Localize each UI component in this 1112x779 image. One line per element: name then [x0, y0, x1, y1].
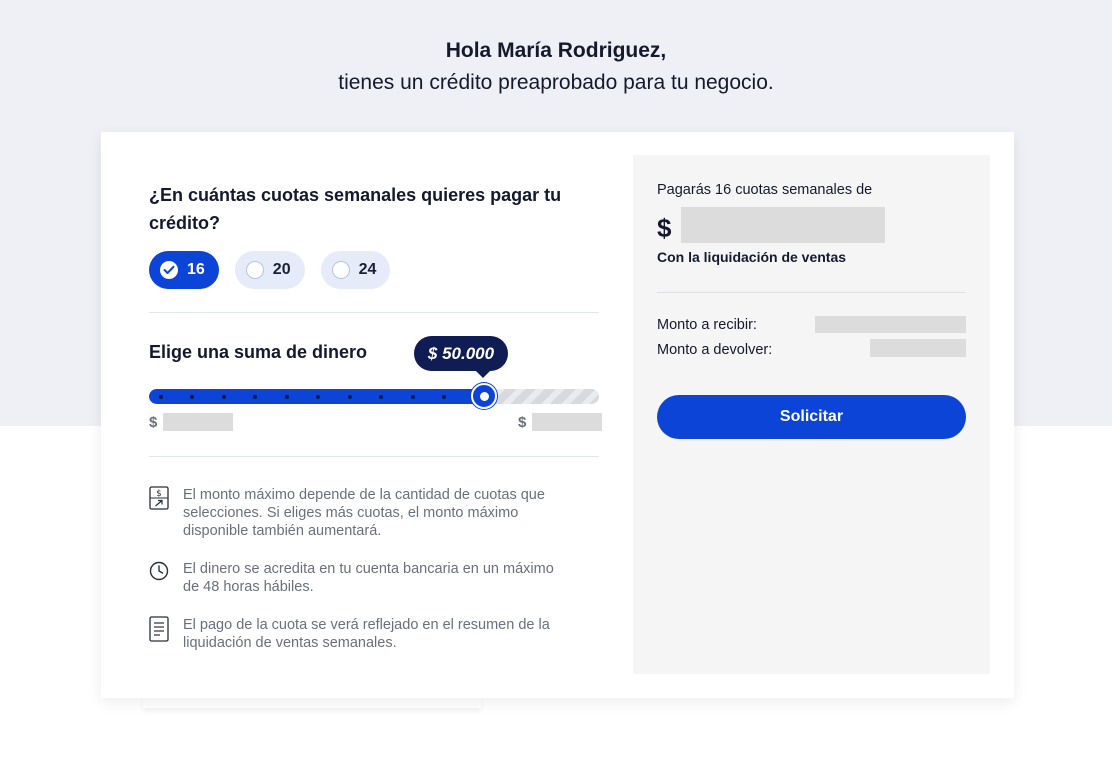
- clock-icon: [149, 560, 171, 584]
- redacted-receive-amount: [815, 316, 966, 333]
- summary-divider: [657, 292, 966, 293]
- installment-option-20[interactable]: 20: [234, 251, 305, 289]
- money-exchange-icon: $: [149, 486, 171, 510]
- bubble-tail: [475, 370, 491, 378]
- info-text: El monto máximo depende de la cantidad d…: [183, 487, 545, 539]
- info-text: El pago de la cuota se verá reflejado en…: [183, 617, 550, 651]
- greeting: Hola María Rodriguez, tienes un crédito …: [0, 36, 1112, 98]
- redacted-min-amount: [163, 413, 234, 431]
- slider-step-dot: [285, 395, 289, 399]
- receive-amount-label: Monto a recibir:: [657, 317, 757, 333]
- card-shadow-tab: [143, 698, 481, 708]
- amount-slider-thumb[interactable]: [471, 383, 497, 409]
- redacted-installment-amount: [681, 207, 885, 243]
- radio-icon: [245, 261, 264, 279]
- slider-step-dot: [159, 395, 163, 399]
- info-item-max-amount: $ El monto máximo depende de la cantidad…: [149, 486, 573, 540]
- installments-question: ¿En cuántas cuotas semanales quieres pag…: [149, 185, 562, 233]
- redacted-return-amount: [870, 339, 966, 357]
- summary-panel: Pagarás 16 cuotas semanales de $ Con la …: [633, 155, 990, 674]
- submit-request-button[interactable]: Solicitar: [657, 395, 966, 439]
- installment-summary-line: Pagarás 16 cuotas semanales de: [657, 182, 873, 198]
- slider-thumb-core: [479, 391, 489, 401]
- max-currency: $: [518, 413, 527, 431]
- installment-option-16[interactable]: 16: [149, 251, 219, 289]
- slider-step-dot: [442, 395, 446, 399]
- amount-title: Elige una suma de dinero: [149, 342, 368, 362]
- return-amount-label: Monto a devolver:: [657, 342, 773, 358]
- slider-step-dot: [411, 395, 415, 399]
- slider-step-dot: [190, 395, 194, 399]
- selected-amount-bubble: $ 50.000: [414, 336, 508, 371]
- receipt-icon: [149, 616, 171, 642]
- slider-step-dot: [253, 395, 257, 399]
- installment-option-24[interactable]: 24: [320, 251, 391, 289]
- info-item-payment-summary: El pago de la cuota se verá reflejado en…: [149, 616, 573, 652]
- slider-max-label: $: [518, 413, 603, 431]
- greeting-name: Hola María Rodriguez,: [445, 39, 667, 62]
- installment-option-label: 20: [272, 261, 291, 278]
- info-text: El dinero se acredita en tu cuenta banca…: [183, 561, 554, 595]
- slider-step-dot: [379, 395, 383, 399]
- installment-currency: $: [657, 213, 672, 243]
- info-item-credit-time: El dinero se acredita en tu cuenta banca…: [149, 560, 573, 596]
- credit-card-panel: ¿En cuántas cuotas semanales quieres pag…: [101, 132, 1014, 698]
- installment-option-label: 16: [187, 261, 205, 278]
- settlement-note: Con la liquidación de ventas: [657, 249, 847, 265]
- installment-option-label: 24: [358, 261, 377, 278]
- redacted-max-amount: [532, 413, 603, 431]
- divider: [149, 312, 599, 313]
- slider-step-dot: [222, 395, 226, 399]
- installments-options: 16 20 24: [149, 251, 391, 289]
- amount-slider-track[interactable]: [149, 389, 599, 404]
- radio-icon: [331, 261, 350, 279]
- svg-text:$: $: [156, 489, 161, 499]
- slider-step-dot: [348, 395, 352, 399]
- slider-step-dot: [316, 395, 320, 399]
- slider-min-label: $: [149, 413, 234, 431]
- min-currency: $: [149, 413, 158, 431]
- greeting-subtitle: tienes un crédito preaprobado para tu ne…: [338, 71, 774, 94]
- divider: [149, 456, 599, 457]
- check-icon: [160, 261, 178, 279]
